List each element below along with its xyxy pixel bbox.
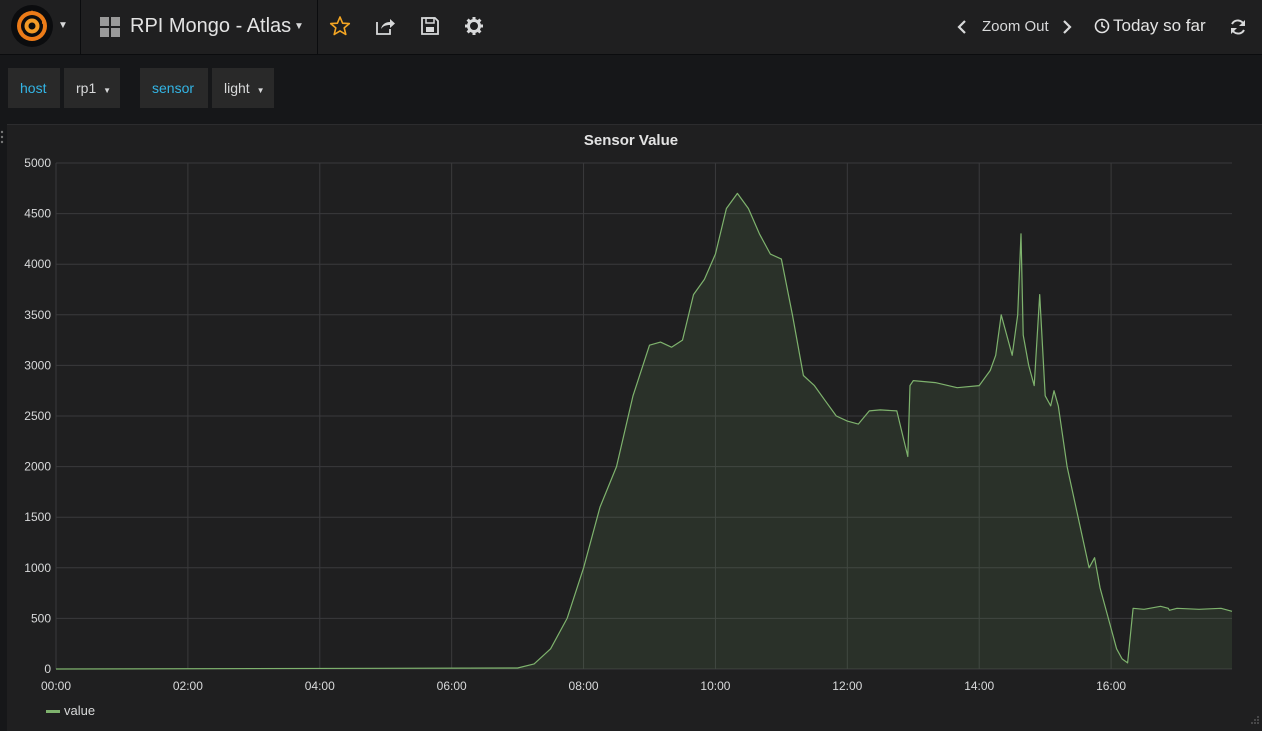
x-tick-label: 06:00 xyxy=(437,679,467,693)
x-tick-label: 14:00 xyxy=(964,679,994,693)
x-tick-label: 04:00 xyxy=(305,679,335,693)
y-tick-label: 2500 xyxy=(24,409,51,423)
sensor-value-chart: 0 500 1000 1500 2000 2500 3000 3500 4000 4500 5000… xyxy=(24,156,1233,693)
x-tick-label: 08:00 xyxy=(569,679,599,693)
x-tick-label: 00:00 xyxy=(41,679,71,693)
x-tick-label: 12:00 xyxy=(832,679,862,693)
y-tick-label: 4500 xyxy=(24,207,51,221)
legend-item-value[interactable]: value xyxy=(64,703,95,718)
y-tick-label: 0 xyxy=(44,662,51,676)
x-tick-label: 02:00 xyxy=(173,679,203,693)
y-tick-label: 1000 xyxy=(24,561,51,575)
y-tick-label: 4000 xyxy=(24,257,51,271)
x-tick-label: 16:00 xyxy=(1096,679,1126,693)
y-tick-label: 1500 xyxy=(24,510,51,524)
y-tick-label: 500 xyxy=(31,611,51,625)
series-area xyxy=(56,193,1232,669)
y-tick-label: 3500 xyxy=(24,308,51,322)
y-tick-label: 3000 xyxy=(24,358,51,372)
legend-swatch xyxy=(46,710,60,713)
y-tick-label: 2000 xyxy=(24,460,51,474)
y-tick-label: 5000 xyxy=(24,156,51,170)
x-tick-label: 10:00 xyxy=(700,679,730,693)
resize-handle-icon[interactable] xyxy=(1248,714,1260,726)
